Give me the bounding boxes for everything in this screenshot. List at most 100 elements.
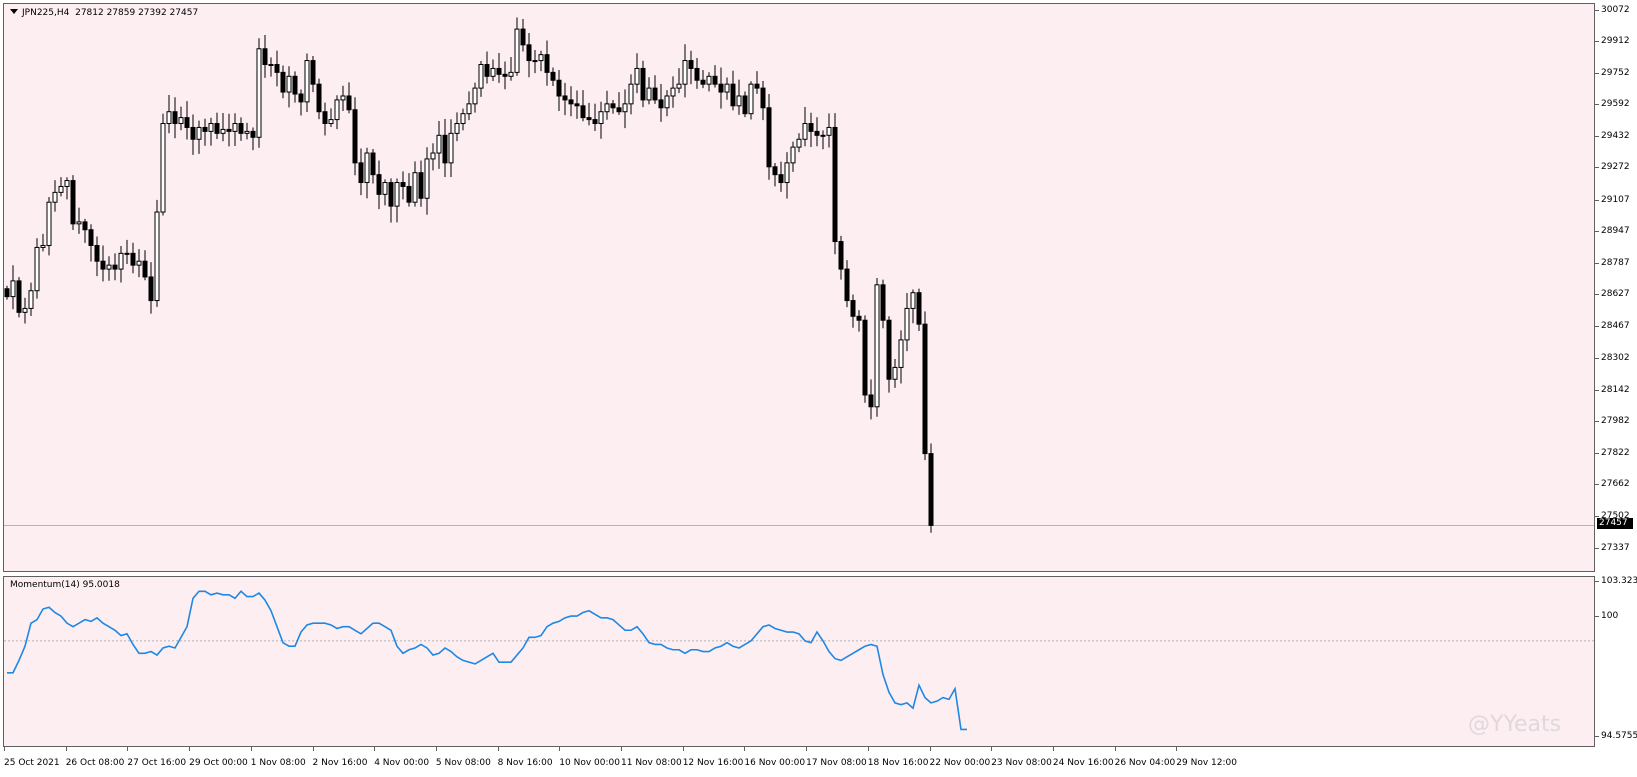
candle — [4, 285, 10, 300]
time-axis-tickmark — [929, 747, 931, 751]
candle — [328, 108, 334, 128]
price-axis-tickmark — [1595, 167, 1599, 169]
time-axis-label: 5 Nov 08:00 — [435, 758, 491, 768]
candle — [538, 50, 544, 72]
time-axis-label: 23 Nov 08:00 — [991, 758, 1052, 768]
candle — [40, 233, 46, 252]
candle — [148, 262, 154, 314]
candle — [700, 69, 706, 89]
candle — [130, 242, 136, 274]
price-chart-pane[interactable]: JPN225,H4 27812 27859 27392 27457 — [3, 3, 1595, 572]
candle — [370, 148, 376, 184]
candle — [268, 57, 274, 77]
candle — [754, 71, 760, 94]
indicator-axis-bottom: 94.5755 — [1601, 731, 1637, 741]
candle — [88, 224, 94, 262]
candle — [796, 133, 802, 153]
candle — [334, 95, 340, 130]
price-axis-label: 27662 — [1601, 479, 1630, 490]
candle — [568, 86, 574, 117]
candle — [208, 117, 214, 146]
candle — [202, 118, 208, 146]
candle — [406, 173, 412, 207]
current-price-tag: 27457 — [1597, 518, 1633, 530]
candle — [562, 82, 568, 116]
chart-title: JPN225,H4 27812 27859 27392 27457 — [10, 8, 198, 18]
candle — [556, 69, 562, 112]
candle — [928, 443, 934, 533]
candle — [430, 143, 436, 171]
price-axis-tickmark — [1595, 294, 1599, 296]
candle — [874, 278, 880, 417]
price-axis-label: 29432 — [1601, 130, 1630, 141]
price-axis-tickmark — [1595, 421, 1599, 423]
candle — [292, 71, 298, 103]
momentum-line — [7, 590, 967, 731]
price-axis-label: 29912 — [1601, 36, 1630, 47]
candle — [364, 147, 370, 199]
candle — [790, 141, 796, 172]
time-axis-label: 1 Nov 08:00 — [250, 758, 306, 768]
time-axis-tickmark — [65, 747, 67, 751]
momentum-indicator-pane[interactable]: Momentum(14) 95.0018 — [3, 576, 1595, 747]
price-axis-label: 28787 — [1601, 257, 1630, 268]
candle — [514, 17, 520, 76]
candle — [100, 245, 106, 282]
time-axis-label: 27 Oct 16:00 — [127, 758, 187, 768]
candle — [622, 89, 628, 129]
candle — [352, 97, 358, 176]
candle — [814, 117, 820, 147]
candle — [262, 35, 268, 78]
candle — [856, 310, 862, 332]
time-axis-label: 26 Oct 08:00 — [65, 758, 125, 768]
candle — [718, 67, 724, 109]
candle — [436, 120, 442, 169]
momentum-chart[interactable] — [4, 577, 1595, 747]
candle — [628, 74, 634, 115]
time-axis-tickmark — [1052, 747, 1054, 751]
candle — [766, 93, 772, 180]
candle — [784, 152, 790, 199]
time-axis-tickmark — [4, 747, 5, 751]
candle — [880, 279, 886, 329]
time-axis-tickmark — [312, 747, 314, 751]
candle — [172, 97, 178, 139]
candle — [502, 61, 508, 90]
candle — [424, 147, 430, 215]
candle — [142, 250, 148, 281]
time-axis-tickmark — [374, 747, 376, 751]
candle — [196, 120, 202, 154]
time-axis-label: 8 Nov 16:00 — [497, 758, 553, 768]
candle — [640, 60, 646, 108]
price-axis-tickmark — [1595, 484, 1599, 486]
candle — [478, 60, 484, 97]
candle — [490, 59, 496, 81]
time-axis-label: 22 Nov 00:00 — [929, 758, 991, 768]
time-axis-tickmark — [1114, 747, 1116, 751]
candle — [832, 113, 838, 255]
candle — [274, 50, 280, 87]
candle — [466, 91, 472, 121]
time-axis-label: 12 Nov 16:00 — [682, 758, 744, 768]
candle — [694, 58, 700, 89]
candlestick-chart[interactable] — [4, 4, 1595, 572]
candle — [280, 65, 286, 99]
candle — [340, 85, 346, 111]
candle — [226, 113, 232, 147]
candle — [460, 108, 466, 131]
watermark: @YYeats — [1468, 712, 1562, 737]
price-axis-tickmark — [1595, 358, 1599, 360]
time-axis-tickmark — [744, 747, 746, 751]
dropdown-triangle-icon[interactable] — [10, 9, 18, 14]
candle — [322, 102, 328, 136]
candle — [124, 239, 130, 264]
price-axis-tickmark — [1595, 515, 1599, 517]
ohlc-values: 27812 27859 27392 27457 — [75, 8, 199, 18]
price-axis-tickmark — [1595, 325, 1599, 327]
price-axis-tickmark — [1595, 135, 1599, 137]
candle — [544, 40, 550, 86]
candle — [214, 112, 220, 140]
candle — [442, 118, 448, 177]
price-axis-label: 28142 — [1601, 384, 1630, 395]
candle — [250, 127, 256, 151]
